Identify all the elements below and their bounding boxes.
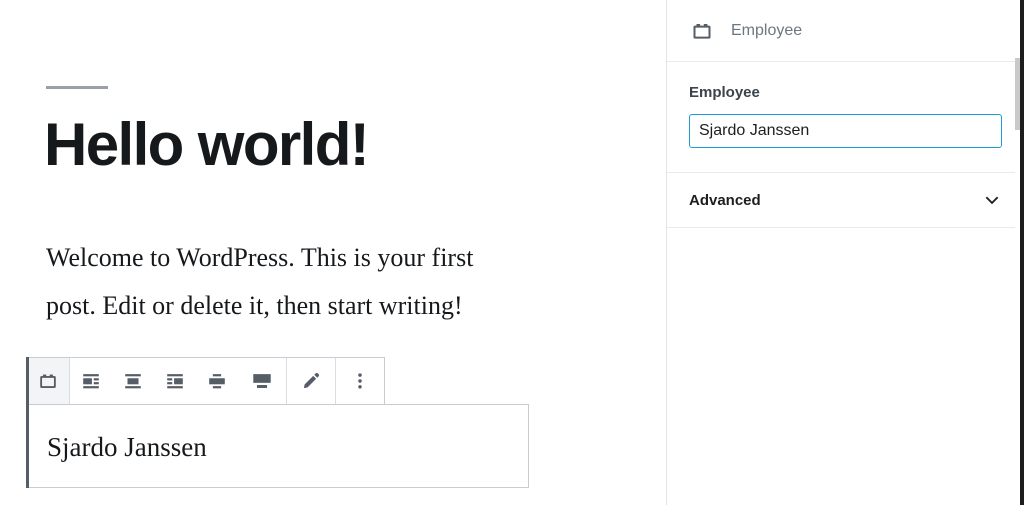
- selected-block-text[interactable]: Sjardo Janssen: [47, 431, 207, 463]
- sidebar-header: Employee: [667, 0, 1024, 62]
- pencil-icon: [300, 370, 322, 392]
- edit-button[interactable]: [287, 358, 335, 404]
- chevron-down-icon: [980, 188, 1004, 212]
- block-toolbar: [26, 357, 385, 405]
- selected-block[interactable]: Sjardo Janssen: [26, 404, 529, 488]
- align-full-button[interactable]: [238, 358, 286, 404]
- block-icon: [37, 370, 59, 392]
- vertical-ellipsis-icon: [349, 370, 371, 392]
- employee-field-label: Employee: [689, 84, 760, 101]
- scrollbar-thumb[interactable]: [1015, 58, 1020, 130]
- toolbar-group-alignment: [70, 358, 287, 404]
- align-left-icon: [80, 370, 102, 392]
- align-center-button[interactable]: [112, 358, 154, 404]
- wide-width-icon: [206, 370, 228, 392]
- more-options-button[interactable]: [336, 358, 384, 404]
- sidebar-header-title: Employee: [731, 21, 803, 39]
- align-left-button[interactable]: [70, 358, 112, 404]
- align-center-icon: [122, 370, 144, 392]
- post-paragraph[interactable]: Welcome to WordPress. This is your first…: [46, 234, 486, 330]
- block-settings-sidebar: Employee Employee Advanced: [666, 0, 1024, 505]
- post-separator: [46, 86, 108, 89]
- align-wide-button[interactable]: [196, 358, 238, 404]
- advanced-panel-toggle[interactable]: Advanced: [667, 173, 1024, 228]
- employee-field[interactable]: [689, 114, 1002, 148]
- window-edge: [1020, 0, 1024, 505]
- editor-canvas: Hello world! Welcome to WordPress. This …: [0, 0, 666, 505]
- page-title[interactable]: Hello world!: [44, 108, 370, 182]
- advanced-panel-title: Advanced: [689, 191, 761, 209]
- align-right-icon: [164, 370, 186, 392]
- full-width-icon: [250, 370, 274, 392]
- toolbar-group-edit: [287, 358, 336, 404]
- align-right-button[interactable]: [154, 358, 196, 404]
- employee-panel: Employee: [667, 62, 1024, 173]
- toolbar-group-more: [336, 358, 384, 404]
- toolbar-group-block-type: [27, 358, 70, 404]
- block-icon: [689, 18, 715, 44]
- block-type-button[interactable]: [27, 358, 69, 404]
